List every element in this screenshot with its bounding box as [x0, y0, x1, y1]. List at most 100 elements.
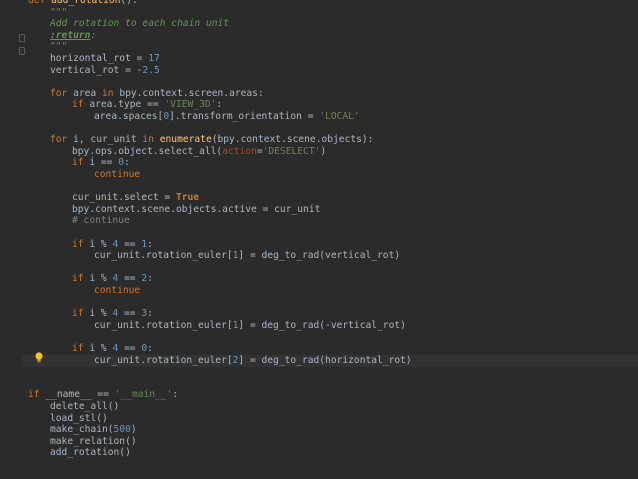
code-line[interactable]: if i % 4 == 3:	[28, 308, 153, 320]
code-editor[interactable]: def add_rotation(): """ Add rotation to ea…	[0, 0, 638, 479]
code-token: :	[147, 273, 153, 285]
code-line[interactable]: area.spaces[0].transform_orientation = '…	[28, 111, 360, 123]
code-token: add_rotation()	[50, 447, 131, 459]
code-token: for	[50, 87, 74, 99]
code-line[interactable]: if i % 4 == 1:	[28, 239, 153, 251]
code-token: ==	[118, 343, 142, 354]
code-token: )	[320, 145, 327, 157]
code-token: :	[147, 343, 153, 354]
code-line[interactable]: cur_unit.rotation_euler[1] = deg_to_rad(…	[28, 320, 406, 332]
code-line[interactable]: continue	[28, 285, 140, 297]
code-token: ():	[120, 0, 138, 6]
code-token: make_relation()	[50, 435, 137, 447]
code-line[interactable]: delete_all()	[28, 401, 119, 413]
code-token: bpy.context.screen.areas:	[119, 87, 264, 99]
code-token: i %	[89, 308, 113, 320]
code-line[interactable]: for i, cur_unit in enumerate(bpy.context…	[28, 134, 373, 146]
code-line[interactable]: for area in bpy.context.screen.areas:	[28, 88, 264, 100]
code-line[interactable]: cur_unit.select = True	[28, 192, 199, 204]
code-token: in	[142, 134, 160, 146]
code-token: make_chain(	[50, 424, 114, 436]
code-line[interactable]: if __name__ == '__main__':	[28, 389, 178, 401]
code-line[interactable]: bpy.context.scene.objects.active = cur_u…	[28, 204, 320, 216]
code-line[interactable]: add_rotation()	[28, 447, 131, 459]
code-token: """	[50, 6, 68, 18]
code-token: ==	[118, 308, 142, 320]
code-token: enumerate	[159, 134, 212, 146]
code-token: cur_unit.rotation_euler[	[94, 250, 233, 262]
code-line[interactable]: """	[28, 41, 67, 53]
code-token: continue	[94, 285, 141, 296]
code-token: (bpy.context.scene.objects):	[211, 134, 374, 146]
code-token: i, cur_unit	[73, 134, 143, 146]
code-line[interactable]: make_relation()	[28, 436, 137, 448]
code-line[interactable]: cur_unit.rotation_euler[1] = deg_to_rad(…	[28, 250, 400, 262]
code-token: '__main__'	[114, 389, 173, 401]
code-token: 2.5	[142, 64, 160, 76]
code-token: cur_unit.rotation_euler[	[94, 319, 233, 331]
code-token: if	[72, 308, 90, 320]
code-token: ] = deg_to_rad(vertical_rot)	[238, 250, 401, 262]
code-token: :	[172, 389, 179, 401]
code-token: continue	[94, 169, 141, 180]
code-token: :	[147, 238, 153, 250]
code-token: i %	[89, 238, 113, 250]
code-token: ] = deg_to_rad(horizontal_rot)	[238, 354, 412, 366]
code-token: add_rotation	[51, 0, 121, 6]
code-token: :	[147, 308, 153, 320]
code-token: 500	[113, 424, 131, 436]
code-token: cur_unit.rotation_euler[	[94, 354, 233, 366]
code-line[interactable]: if i % 4 == 0:	[28, 343, 153, 355]
code-line[interactable]: Add rotation to each chain unit	[28, 18, 229, 30]
code-line[interactable]: make_chain(500)	[28, 424, 137, 436]
code-line[interactable]: continue	[28, 169, 140, 181]
fold-marker-icon[interactable]	[19, 34, 25, 42]
lightbulb-icon[interactable]	[34, 352, 44, 363]
code-token: area.type ==	[89, 99, 165, 111]
code-token: )	[130, 424, 137, 436]
code-token: delete_all()	[50, 401, 120, 412]
code-token: if	[72, 273, 90, 285]
code-line[interactable]: bpy.ops.object.select_all(action='DESELE…	[28, 146, 326, 158]
code-token: """	[50, 41, 68, 53]
code-token: 'VIEW_3D'	[164, 99, 217, 111]
code-token: def	[28, 0, 52, 6]
code-token: True	[175, 192, 200, 204]
code-token: ==	[118, 238, 142, 250]
code-token: for	[50, 134, 74, 146]
code-token: vertical_rot = -	[50, 64, 143, 76]
code-token: action	[222, 145, 257, 157]
code-line[interactable]: cur_unit.rotation_euler[2] = deg_to_rad(…	[22, 354, 638, 367]
fold-marker-icon[interactable]	[19, 47, 25, 55]
code-line[interactable]: horizontal_rot = 17	[28, 53, 160, 65]
code-token: if	[72, 99, 90, 111]
code-line[interactable]: # continue	[28, 215, 130, 227]
code-token: 17	[148, 53, 160, 64]
code-token: horizontal_rot =	[50, 53, 149, 64]
code-line[interactable]: load_stl()	[28, 413, 108, 425]
code-token: 'LOCAL'	[319, 111, 360, 122]
code-token: bpy.context.scene.objects.active = cur_u…	[72, 203, 321, 215]
code-token: :	[216, 99, 223, 111]
code-token: in	[102, 87, 120, 99]
code-token: :	[90, 29, 97, 41]
code-token: i %	[89, 343, 113, 354]
code-line[interactable]: if i % 4 == 2:	[28, 273, 153, 285]
code-token: ==	[118, 273, 142, 285]
code-line[interactable]: :return:	[28, 30, 96, 42]
code-token: ].transform_orientation =	[169, 111, 320, 122]
code-token: :	[124, 157, 130, 169]
code-token: area.spaces[	[94, 111, 164, 122]
code-token: Add rotation to each chain unit	[50, 18, 230, 30]
editor-gutter[interactable]	[0, 0, 30, 479]
code-token: __name__ ==	[45, 389, 115, 401]
code-line[interactable]: if i == 0:	[28, 157, 130, 169]
code-token: load_stl()	[50, 412, 108, 424]
code-token: area	[73, 87, 102, 99]
code-token: if	[28, 389, 46, 401]
code-line[interactable]: if area.type == 'VIEW_3D':	[28, 99, 222, 111]
code-line[interactable]: """	[28, 7, 67, 19]
code-token: # continue	[72, 215, 130, 227]
code-line[interactable]: vertical_rot = -2.5	[28, 65, 160, 77]
code-token: if	[72, 157, 90, 169]
